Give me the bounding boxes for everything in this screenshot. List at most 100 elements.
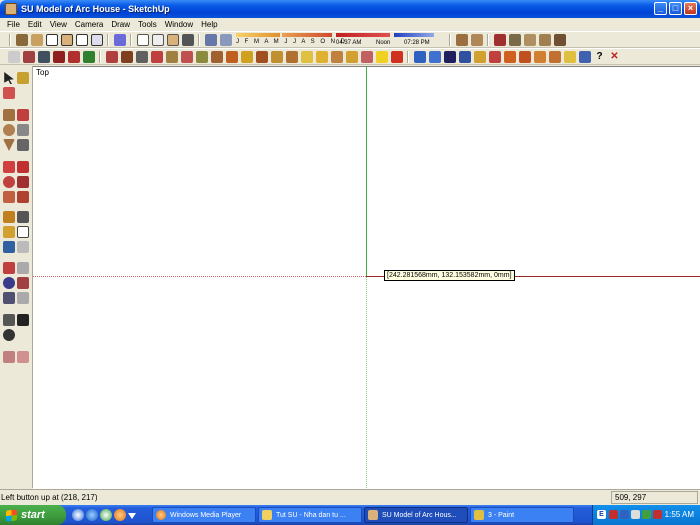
flip-icon[interactable]: [180, 50, 193, 63]
layers-icon[interactable]: [455, 33, 468, 46]
house-b-icon[interactable]: [518, 50, 531, 63]
rotate-tool-icon[interactable]: [3, 176, 15, 188]
protractor-icon[interactable]: [270, 50, 283, 63]
date-slider-track[interactable]: [282, 32, 332, 37]
chrome-icon[interactable]: [100, 509, 112, 521]
camera-icon[interactable]: [413, 50, 426, 63]
pencil-icon[interactable]: [67, 50, 80, 63]
close-button[interactable]: ×: [684, 2, 697, 15]
rectangle-icon[interactable]: [3, 109, 15, 121]
scenes-icon[interactable]: [470, 33, 483, 46]
select-icon[interactable]: [195, 50, 208, 63]
dimension-tool-icon[interactable]: [17, 211, 29, 223]
section-icon[interactable]: [345, 50, 358, 63]
layer-icon[interactable]: [458, 50, 471, 63]
task-tut-su[interactable]: Tut SU - Nha dan tu ...: [258, 507, 362, 523]
media-player-quick-icon[interactable]: [114, 509, 126, 521]
text-tool-icon[interactable]: [17, 226, 29, 238]
make-component-icon[interactable]: [17, 72, 29, 84]
task-windows-media-player[interactable]: Windows Media Player: [152, 507, 256, 523]
move-tool-icon[interactable]: [3, 161, 15, 173]
maximize-button[interactable]: □: [669, 2, 682, 15]
tray-security-icon[interactable]: [642, 510, 651, 519]
language-indicator[interactable]: E: [597, 510, 606, 519]
push-pull-tool-icon[interactable]: [17, 161, 29, 173]
walk-tool-icon[interactable]: [17, 314, 29, 326]
materials-icon[interactable]: [523, 33, 536, 46]
hand-icon[interactable]: [488, 50, 501, 63]
shaded-textured-icon[interactable]: [181, 33, 194, 46]
fog-icon[interactable]: [219, 33, 232, 46]
close-red-icon[interactable]: ✕: [609, 51, 621, 63]
menu-file[interactable]: File: [3, 20, 24, 29]
page-icon[interactable]: [30, 33, 43, 46]
walk-icon[interactable]: [150, 50, 163, 63]
settings-icon[interactable]: [105, 50, 118, 63]
stack-icon[interactable]: [443, 50, 456, 63]
push-pull-icon[interactable]: [225, 50, 238, 63]
quick-launch-more-icon[interactable]: [128, 513, 136, 519]
menu-view[interactable]: View: [46, 20, 71, 29]
move-icon[interactable]: [120, 50, 133, 63]
paint-palette-icon[interactable]: [493, 33, 506, 46]
time-slider-track[interactable]: [394, 32, 434, 37]
start-button[interactable]: start: [0, 505, 66, 525]
color-box-icon[interactable]: [52, 50, 65, 63]
text-icon[interactable]: [315, 50, 328, 63]
look-around-icon[interactable]: [3, 329, 15, 341]
tray-update-icon[interactable]: [653, 510, 662, 519]
shadow-toggle-icon[interactable]: [204, 33, 217, 46]
task-paint[interactable]: 3 - Paint: [470, 507, 574, 523]
scale-tool-icon[interactable]: [3, 191, 15, 203]
volume-icon[interactable]: [631, 510, 640, 519]
tape-measure-icon[interactable]: [3, 211, 15, 223]
orbit-icon[interactable]: [3, 262, 15, 274]
follow-me-tool-icon[interactable]: [17, 176, 29, 188]
question-icon[interactable]: ?: [594, 51, 606, 63]
offset-tool-icon[interactable]: [17, 191, 29, 203]
display-settings-icon[interactable]: [15, 33, 28, 46]
paint-icon[interactable]: [360, 50, 373, 63]
freehand-icon[interactable]: [17, 139, 29, 151]
brush-icon[interactable]: [82, 50, 95, 63]
circle-icon[interactable]: [3, 124, 15, 136]
window-icon[interactable]: [90, 33, 103, 46]
3d-text-tool-icon[interactable]: [17, 241, 29, 253]
measurements-box[interactable]: 509, 297: [611, 491, 698, 504]
refresh-icon[interactable]: [428, 50, 441, 63]
terrain-icon[interactable]: [37, 50, 50, 63]
section-display-icon[interactable]: [17, 351, 29, 363]
eraser-icon[interactable]: [3, 87, 15, 99]
show-desktop-icon[interactable]: [72, 509, 84, 521]
zoom-extents-icon[interactable]: [3, 292, 15, 304]
delete-icon[interactable]: [390, 50, 403, 63]
section-plane-icon[interactable]: [3, 351, 15, 363]
date-slider[interactable]: [236, 32, 280, 37]
position-camera-icon[interactable]: [3, 314, 15, 326]
zoom-icon[interactable]: [3, 277, 15, 289]
3d-text-icon[interactable]: [330, 50, 343, 63]
time-slider[interactable]: [336, 32, 390, 37]
star-icon[interactable]: [375, 50, 388, 63]
line-icon[interactable]: [17, 109, 29, 121]
entity-info-icon[interactable]: [553, 33, 566, 46]
measure-icon[interactable]: [255, 50, 268, 63]
sandbox-icon[interactable]: [22, 50, 35, 63]
arc-icon[interactable]: [17, 124, 29, 136]
wireframe-icon[interactable]: [136, 33, 149, 46]
menu-draw[interactable]: Draw: [107, 20, 134, 29]
menu-tools[interactable]: Tools: [134, 20, 161, 29]
house-d-icon[interactable]: [548, 50, 561, 63]
task-sketchup[interactable]: SU Model of Arc Hous...: [364, 507, 468, 523]
shaded-icon[interactable]: [166, 33, 179, 46]
tray-app-icon[interactable]: [609, 510, 618, 519]
select-arrow-icon[interactable]: [4, 72, 14, 84]
house-outline-icon[interactable]: [75, 33, 88, 46]
scale-icon[interactable]: [165, 50, 178, 63]
components-icon[interactable]: [508, 33, 521, 46]
protractor-tool-icon[interactable]: [3, 226, 15, 238]
home-icon[interactable]: [45, 33, 58, 46]
hidden-line-icon[interactable]: [151, 33, 164, 46]
minimize-button[interactable]: _: [654, 2, 667, 15]
axes-tool-icon[interactable]: [3, 241, 15, 253]
